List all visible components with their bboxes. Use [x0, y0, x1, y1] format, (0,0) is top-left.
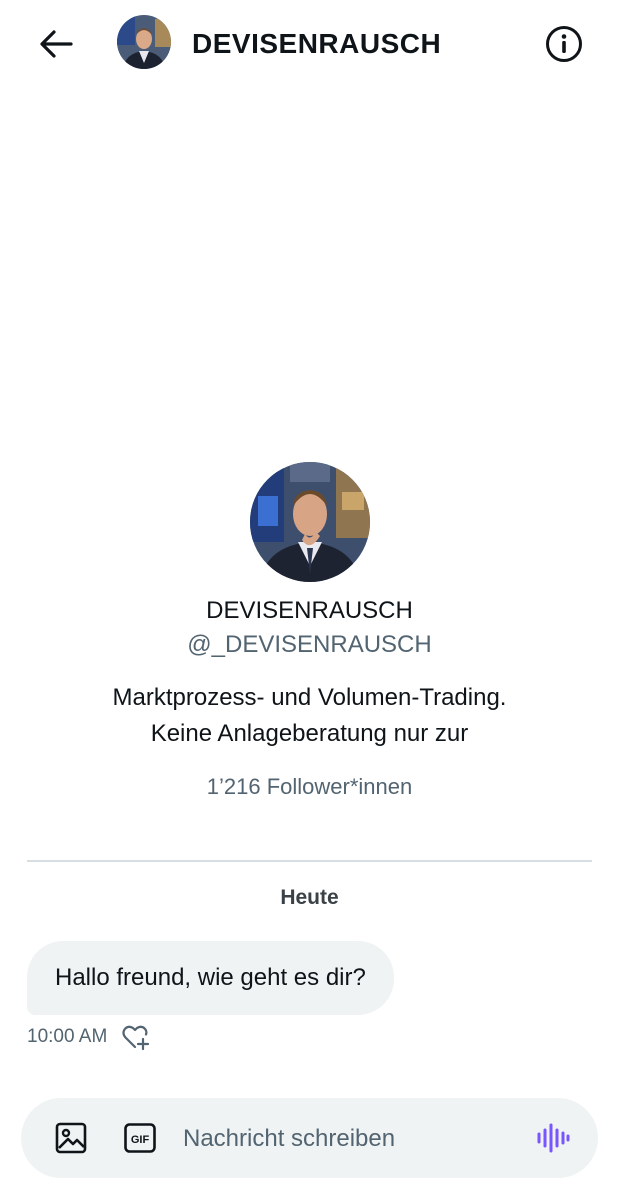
- voice-message-button[interactable]: [535, 1120, 571, 1156]
- day-separator: Heute: [280, 886, 339, 909]
- message-timestamp: 10:00 AM: [27, 1026, 108, 1047]
- profile-followers-count[interactable]: 1’216 Follower*innen: [0, 772, 619, 802]
- conversation-header: DEVISENRAUSCH: [0, 0, 619, 88]
- profile-handle[interactable]: @_DEVISENRAUSCH: [0, 630, 619, 660]
- profile-bio-line: Keine Anlageberatung nur zur: [150, 720, 469, 747]
- message-bubble[interactable]: Hallo freund, wie geht es dir?: [27, 941, 394, 1015]
- profile-bio-line: Marktprozess- und Volumen-Trading.: [112, 684, 507, 711]
- message-composer: GIF: [21, 1098, 598, 1178]
- conversation-title: DEVISENRAUSCH: [192, 28, 442, 59]
- section-divider: [27, 860, 592, 862]
- gif-icon: GIF: [124, 1123, 156, 1153]
- header-avatar[interactable]: [117, 15, 171, 69]
- add-reaction-button[interactable]: [121, 1022, 151, 1052]
- profile-card: DEVISENRAUSCH @_DEVISENRAUSCH Marktproze…: [0, 462, 619, 802]
- profile-display-name: DEVISENRAUSCH: [206, 597, 413, 624]
- profile-avatar[interactable]: [249, 462, 370, 582]
- info-circle-icon: [546, 26, 582, 62]
- attach-image-button[interactable]: [55, 1122, 87, 1154]
- voice-wave-icon: [537, 1123, 570, 1153]
- message-meta: 10:00 AM: [27, 1022, 151, 1052]
- heart-plus-icon: [122, 1025, 150, 1051]
- info-button[interactable]: [542, 22, 586, 66]
- arrow-left-icon: [40, 30, 73, 58]
- message-input[interactable]: [181, 1118, 515, 1160]
- gif-label: GIF: [131, 1134, 150, 1146]
- back-button[interactable]: [36, 24, 76, 64]
- bottom-toolbar-edge: [0, 1194, 619, 1200]
- attach-gif-button[interactable]: GIF: [124, 1123, 156, 1153]
- image-icon: [55, 1122, 87, 1154]
- profile-bio: Marktprozess- und Volumen-Trading. Keine…: [0, 680, 619, 752]
